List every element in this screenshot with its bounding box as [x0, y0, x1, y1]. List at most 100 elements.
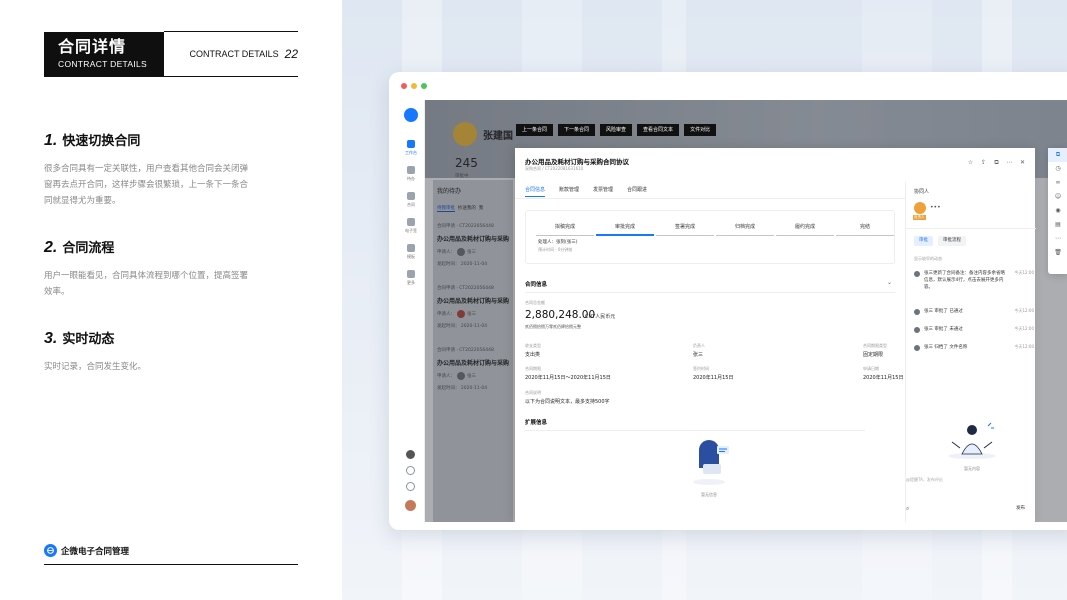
activity-item: 张三 归档了 文件名称 今天12:00: [914, 344, 1034, 351]
brand-underline: [44, 564, 298, 565]
section-number: 3.: [44, 330, 58, 347]
rail-item-esign[interactable]: 电子签: [397, 218, 425, 234]
activity-item: 张三 审批了 已通过 今天12:00: [914, 308, 1034, 315]
clock-icon[interactable]: ◷: [1048, 162, 1067, 176]
collaborator-panel: 协同人 负责人 ••• 审批 审批流程 显示较早的动态 张三更新了合同备注：备注…: [905, 182, 1036, 522]
more-icon[interactable]: •••: [930, 204, 941, 211]
app-area: 工作台 待办 合同 电子签 模板 更多 张建国 245 审批中 我的待办 待我审…: [397, 100, 1067, 522]
left-panel: 合同详情 CONTRACT DETAILS CONTRACT DETAILS 2…: [0, 0, 342, 600]
rail-item-contract[interactable]: 合同: [397, 192, 425, 208]
search-icon[interactable]: [406, 466, 415, 475]
help-icon[interactable]: [406, 482, 415, 491]
rail-item-workbench[interactable]: 工作台: [397, 140, 425, 156]
section-title: 快速切换合同: [62, 134, 141, 149]
field-sign-date: 签约时间 2020年11月15日: [693, 366, 734, 381]
tab-payments[interactable]: 账款管理: [559, 186, 579, 197]
workbench-icon: [407, 140, 415, 148]
user-icon: [914, 345, 920, 351]
page-number: 22: [284, 47, 298, 61]
tab-contract-info[interactable]: 合同信息: [525, 186, 546, 197]
step-perform[interactable]: 履约完成: [776, 223, 834, 236]
user-icon[interactable]: ☺: [1048, 190, 1067, 204]
step-done[interactable]: 完结: [836, 223, 894, 236]
record-icon[interactable]: ◉: [1048, 204, 1067, 218]
risk-review-button[interactable]: 风险审查: [600, 124, 633, 136]
section-title: 实时动态: [62, 332, 115, 347]
drawer-actions: ☆ ⇪ ⧉ ⋯ ✕: [962, 158, 1027, 167]
step-draft[interactable]: 拟稿完成: [536, 223, 594, 236]
window-controls: [401, 83, 431, 89]
link-icon[interactable]: ∞: [1048, 176, 1067, 190]
field-term-type: 合同期限类型 固定期限: [863, 343, 887, 358]
rail-item-more[interactable]: 更多: [397, 270, 425, 286]
close-window-button[interactable]: [401, 83, 407, 89]
step-handler: 处理人：张刻(张三): [538, 240, 578, 245]
section-realtime: 3. 实时动态 实时记录，合同发生变化。: [44, 330, 254, 375]
contract-id: 采购合同 / CT2022081631610: [525, 166, 584, 171]
avatar[interactable]: [914, 202, 926, 214]
star-icon[interactable]: ☆: [966, 158, 975, 167]
share-icon[interactable]: ⇪: [979, 158, 988, 167]
contract-title: 办公用品及耗材订购与采购合同协议: [525, 158, 629, 166]
header-right-text: CONTRACT DETAILS: [189, 49, 279, 59]
section-quick-switch: 1. 快速切换合同 很多合同具有一定关联性，用户查看其他合同会关闭弹窗再去点开合…: [44, 132, 254, 209]
collaborator-title: 协同人: [914, 189, 930, 195]
add-icon[interactable]: [406, 450, 415, 459]
activity-item: 张三更新了合同备注：备注内容多余省略信息，默认展示4行，点击去展开更多内容。 今…: [914, 270, 1034, 291]
tab-invoices[interactable]: 发票管理: [593, 186, 613, 197]
header-title: 合同详情: [58, 37, 127, 56]
empty-caption: 暂无信息: [701, 492, 717, 497]
header-right: CONTRACT DETAILS 22: [164, 32, 298, 76]
step-archive[interactable]: 归档完成: [716, 223, 774, 236]
user-icon: [914, 271, 920, 277]
trash-icon[interactable]: 🗑: [1048, 246, 1067, 260]
grid-icon: [407, 270, 415, 278]
copy-icon[interactable]: ⧉: [1048, 148, 1067, 162]
close-icon[interactable]: ✕: [1018, 158, 1027, 167]
attachment-icon[interactable]: ⌕: [906, 505, 909, 513]
file-compare-button[interactable]: 文件对比: [684, 124, 717, 136]
prev-contract-button[interactable]: 上一条合同: [516, 124, 554, 136]
section-text: 实时记录，合同发生变化。: [44, 362, 147, 372]
open-new-icon[interactable]: ⧉: [992, 158, 1001, 167]
template-icon: [407, 244, 415, 252]
next-contract-button[interactable]: 下一条合同: [558, 124, 596, 136]
section-title: 合同流程: [62, 241, 115, 256]
more-icon[interactable]: ⋯: [1048, 232, 1067, 246]
section-number: 1.: [44, 132, 58, 149]
user-icon: [914, 309, 920, 315]
step-time: 预计时间 · 0分钟前: [538, 247, 573, 252]
floating-tool-menu: ⧉ ◷ ∞ ☺ ◉ ▤ ⋯ 🗑: [1048, 148, 1067, 274]
rail-item-todo[interactable]: 待办: [397, 166, 425, 182]
comment-input[interactable]: @提醒TA，发布评论: [906, 477, 943, 483]
header-box: 合同详情 CONTRACT DETAILS: [44, 32, 164, 76]
activity-tabs: 审批 审批流程: [914, 236, 971, 246]
doc-icon[interactable]: ▤: [1048, 218, 1067, 232]
tab-approval-flow[interactable]: 审批流程: [938, 236, 966, 246]
step-approve[interactable]: 审批完成: [596, 223, 654, 236]
tab-follow-up[interactable]: 合同跟进: [627, 186, 647, 197]
rail-item-template[interactable]: 模板: [397, 244, 425, 260]
step-sign[interactable]: 签署完成: [656, 223, 714, 236]
drawer-tabs: 合同信息 账款管理 发票管理 合同跟进: [525, 186, 661, 197]
show-earlier-link[interactable]: 显示较早的动态: [914, 256, 942, 262]
field-apply-date: 申请日期 2020年11月15日: [863, 366, 904, 381]
empty-activity-caption: 暂无内容: [964, 466, 980, 471]
publish-button[interactable]: 发布: [1016, 505, 1025, 511]
maximize-window-button[interactable]: [421, 83, 427, 89]
contract-toolbar: 上一条合同 下一条合同 风险审查 查看合同文本 文件对比: [516, 124, 721, 136]
pen-icon: [407, 218, 415, 226]
brand-name: 企微电子合同管理: [61, 546, 130, 557]
contract-progress: 拟稿完成 审批完成 签署完成 归档完成 履约完成 完结 处理人：张刻(张三) 预…: [525, 210, 895, 264]
user-avatar[interactable]: [405, 500, 416, 511]
empty-activity-illustration-icon: [948, 422, 996, 459]
view-contract-text-button[interactable]: 查看合同文本: [637, 124, 680, 136]
browser-window: 工作台 待办 合同 电子签 模板 更多 张建国 245 审批中 我的待办 待我审…: [389, 72, 1067, 530]
more-icon[interactable]: ⋯: [1005, 158, 1014, 167]
minimize-window-button[interactable]: [411, 83, 417, 89]
chevron-down-icon[interactable]: ⌄: [887, 279, 892, 286]
amount-unit: CNY人民币元: [585, 314, 616, 320]
field-description: 合同说明 以下为合同说明文本，最多支持500字: [525, 390, 610, 405]
tab-approval[interactable]: 审批: [914, 236, 933, 246]
header-line-bottom: [44, 76, 298, 77]
